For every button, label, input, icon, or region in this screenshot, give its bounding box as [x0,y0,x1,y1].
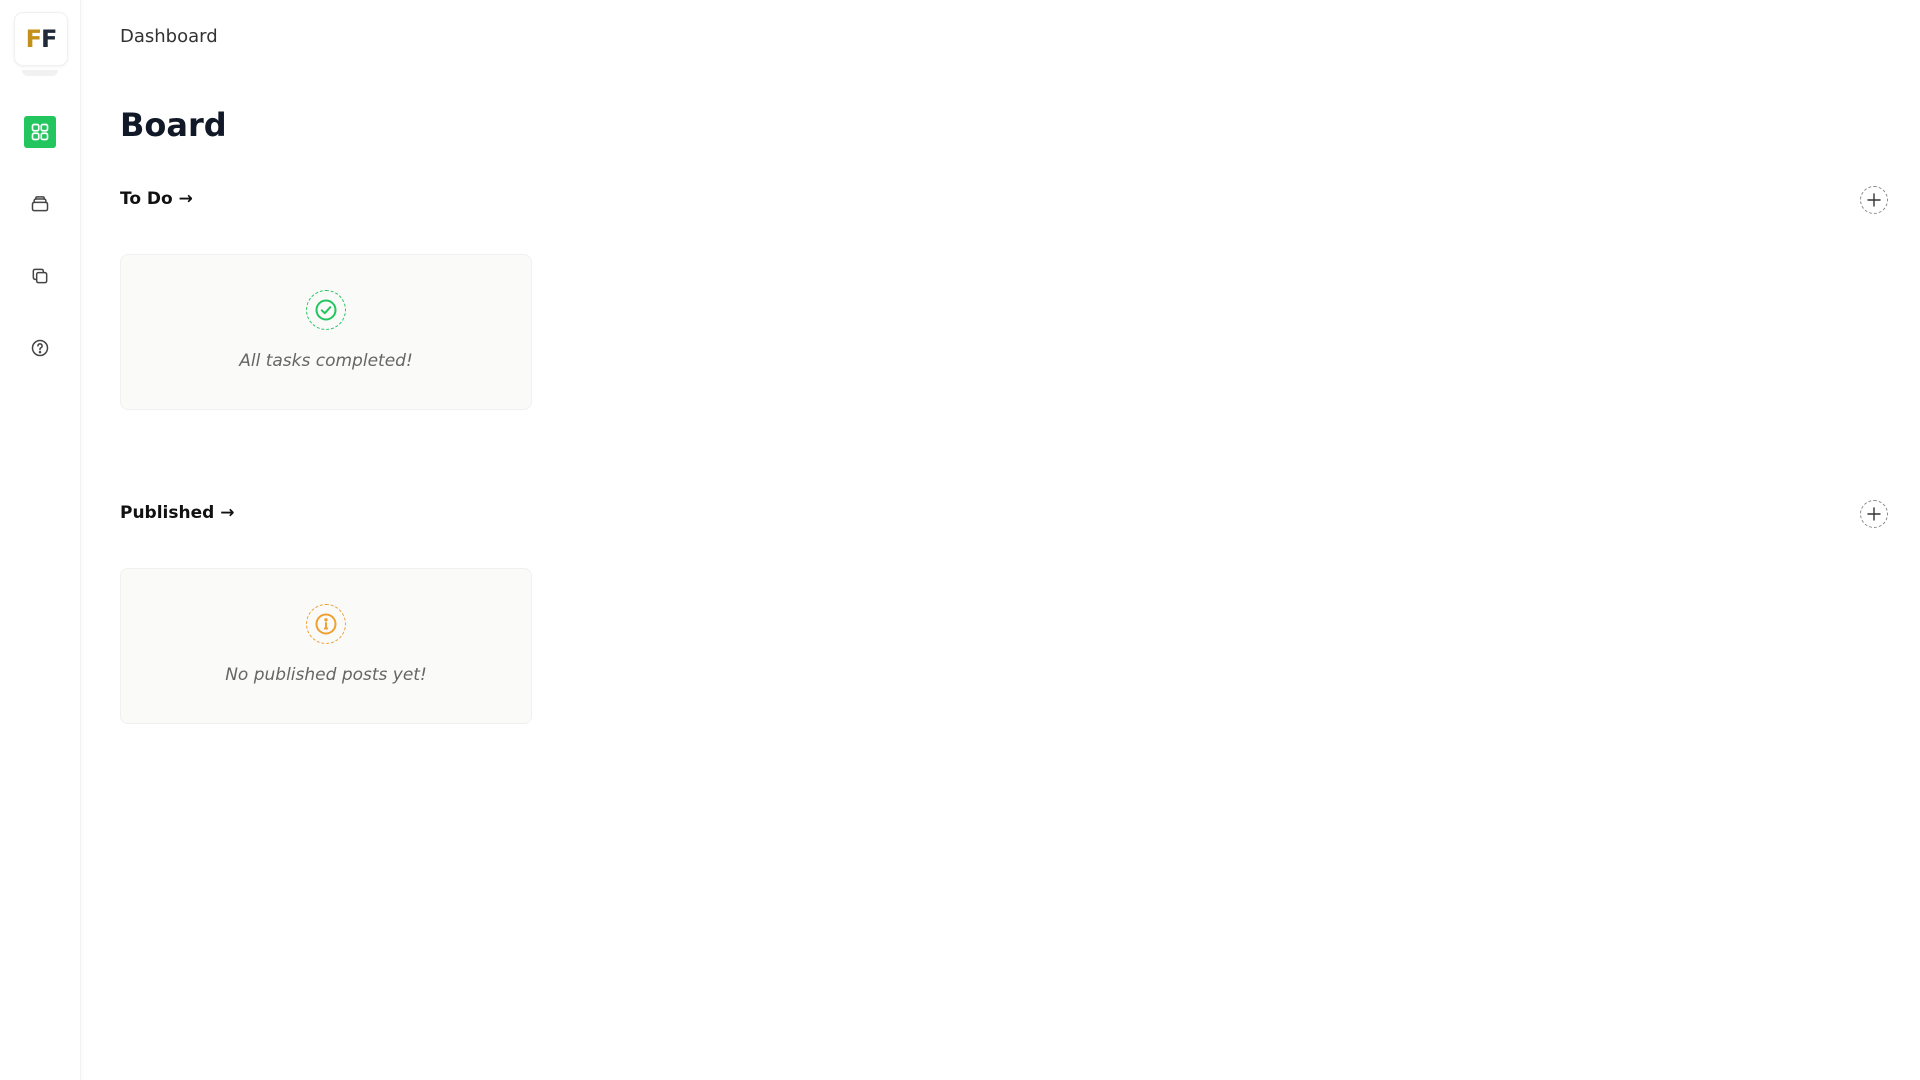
check-circle-icon [315,299,337,321]
sidebar-item-dashboard[interactable] [24,116,56,148]
logo-underline [22,70,58,76]
grid-icon [31,123,49,141]
published-empty-text: No published posts yet! [225,665,427,685]
published-status-badge [306,604,346,644]
plus-icon [1867,507,1881,521]
sidebar-item-help[interactable] [24,332,56,364]
todo-empty-text: All tasks completed! [239,351,413,371]
help-circle-icon [31,339,49,357]
todo-status-badge [306,290,346,330]
add-published-button[interactable] [1860,500,1888,528]
logo-letter-1: F [25,25,42,53]
section-title-published[interactable]: Published → [120,503,234,523]
add-todo-button[interactable] [1860,186,1888,214]
todo-empty-card: All tasks completed! [120,254,532,410]
plus-icon [1867,193,1881,207]
info-circle-icon [315,613,337,635]
published-empty-card: No published posts yet! [120,568,532,724]
breadcrumb[interactable]: Dashboard [120,26,218,47]
sidebar: FF [0,0,81,1080]
app-logo[interactable]: FF [14,12,68,66]
copy-icon [32,268,48,284]
section-title-todo[interactable]: To Do → [120,189,193,209]
sidebar-item-inbox[interactable] [24,188,56,220]
archive-icon [31,196,49,212]
logo-letter-2: F [41,25,57,53]
sidebar-item-copy[interactable] [24,260,56,292]
page-title: Board [120,106,227,144]
